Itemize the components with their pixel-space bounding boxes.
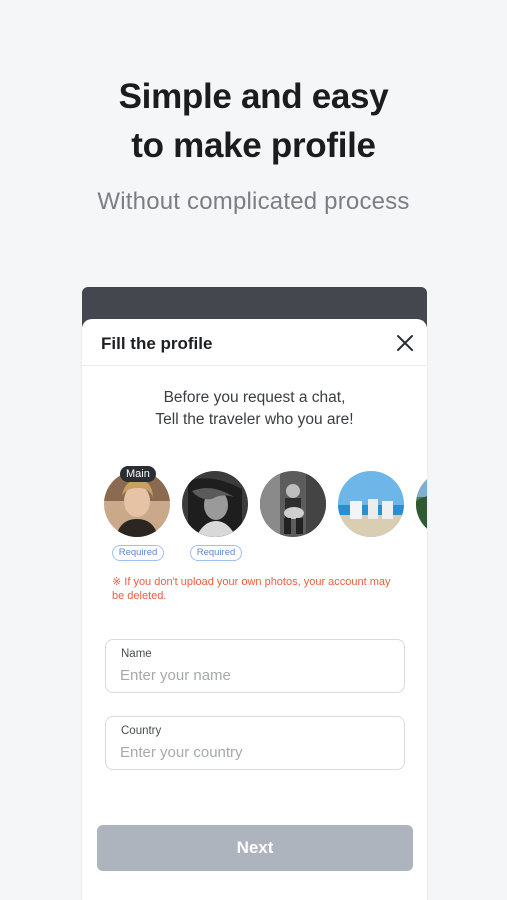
name-input[interactable] bbox=[120, 664, 390, 686]
next-button[interactable]: Next bbox=[97, 825, 413, 871]
profile-sheet: Fill the profile Before you request a ch… bbox=[82, 319, 427, 900]
promo-subline: Without complicated process bbox=[97, 188, 410, 215]
beach-photo-icon bbox=[338, 471, 404, 537]
promo-headline: Simple and easy to make profile bbox=[0, 72, 507, 170]
landscape-photo-icon bbox=[416, 471, 427, 537]
close-icon bbox=[397, 335, 413, 351]
required-badge-1: Required bbox=[112, 545, 164, 561]
name-label: Name bbox=[121, 648, 152, 660]
guitarist-photo-icon bbox=[260, 471, 326, 537]
headline-line-1: Simple and easy bbox=[118, 77, 389, 116]
country-label: Country bbox=[121, 725, 162, 737]
intro-text: Before you request a chat, Tell the trav… bbox=[82, 387, 427, 431]
portrait-photo-icon bbox=[182, 471, 248, 537]
required-badge-2: Required bbox=[190, 545, 242, 561]
profile-photo-3[interactable] bbox=[260, 471, 326, 537]
country-input[interactable] bbox=[120, 741, 390, 763]
sheet-header: Fill the profile bbox=[82, 319, 427, 366]
photo-row: Main Required Required bbox=[104, 466, 427, 571]
intro-line-1: Before you request a chat, bbox=[163, 389, 346, 406]
profile-photo-2[interactable] bbox=[182, 471, 248, 537]
intro-line-2: Tell the traveler who you are! bbox=[155, 411, 354, 428]
profile-photo-5[interactable] bbox=[416, 471, 427, 537]
sheet-title: Fill the profile bbox=[101, 334, 213, 353]
main-badge: Main bbox=[120, 466, 156, 482]
name-field[interactable]: Name bbox=[105, 639, 405, 693]
country-field[interactable]: Country bbox=[105, 716, 405, 770]
profile-photo-4[interactable] bbox=[338, 471, 404, 537]
photo-warning: ※ If you don't upload your own photos, y… bbox=[112, 576, 391, 602]
close-button[interactable] bbox=[393, 331, 417, 355]
headline-line-2: to make profile bbox=[131, 126, 376, 165]
